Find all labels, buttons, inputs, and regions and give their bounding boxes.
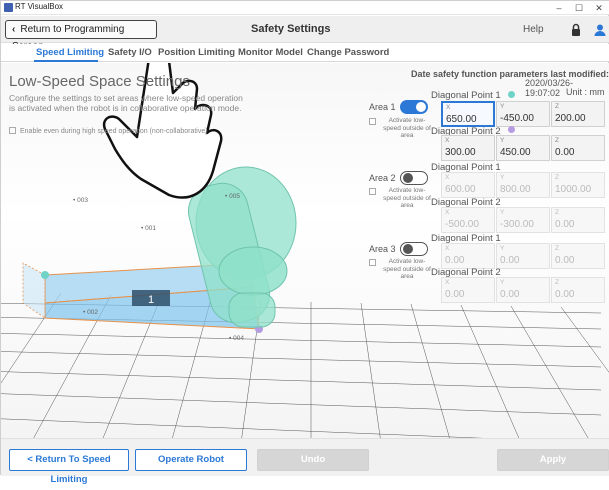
area-1-dp1-x[interactable]: X 650.00 [441, 101, 495, 127]
area-2-dp2-z[interactable]: Z 0.00 [551, 207, 605, 233]
low-speed-space-title: Low-Speed Space Settings [9, 73, 190, 90]
area-2-dp1-x[interactable]: X 600.00 [441, 172, 495, 198]
maximize-button[interactable]: ☐ [569, 1, 589, 15]
area-1-dp1-label: Diagonal Point 1 [431, 90, 501, 101]
area-1-dp2-x[interactable]: X 300.00 [441, 135, 495, 161]
low-speed-space-description: Configure the settings to set areas wher… [9, 93, 243, 113]
area-3-activate-label: Activate low-speed outside of area [383, 258, 431, 280]
area-2-label: Area 2 [369, 173, 396, 183]
help-link[interactable]: Help [523, 24, 544, 35]
area-3-dp2-z[interactable]: Z 0.00 [551, 277, 605, 303]
area-3-dp1-x[interactable]: X 0.00 [441, 243, 495, 269]
point-004-label: • 004 [229, 335, 244, 342]
area-3-dp2-y[interactable]: Y 0.00 [496, 277, 550, 303]
area-3-dp2-x[interactable]: X 0.00 [441, 277, 495, 303]
app-window: RT VisualBox – ☐ ✕ ‹ Return to Programmin… [0, 0, 609, 485]
tab-monitor-model[interactable]: Monitor Model [238, 47, 303, 58]
area-2-dp2-y[interactable]: Y -300.00 [496, 207, 550, 233]
area-2-activate-label: Activate low-speed outside of area [383, 187, 431, 209]
area-1-dp1-color-dot [508, 91, 515, 98]
area-number-label: 1 [148, 294, 154, 306]
undo-button[interactable]: Undo [257, 449, 369, 471]
app-logo-icon [4, 3, 13, 12]
bottom-bar: < Return To Speed Limiting Operate Robot… [1, 438, 609, 485]
tab-position-limiting[interactable]: Position Limiting [158, 47, 235, 58]
return-to-programming-button[interactable]: ‹Return to Programming Screen [5, 20, 157, 52]
area-2-dp1-z[interactable]: Z 1000.00 [551, 172, 605, 198]
area-1-dp1-y[interactable]: Y -450.00 [496, 101, 550, 127]
area-3-label: Area 3 [369, 244, 396, 254]
tab-speed-limiting[interactable]: Speed Limiting [36, 47, 104, 58]
active-tab-indicator [34, 60, 98, 62]
close-button[interactable]: ✕ [589, 1, 609, 15]
tab-bar: Speed Limiting Safety I/O Position Limit… [1, 44, 609, 62]
diagonal-point-1-marker[interactable] [41, 271, 49, 279]
area-2-activate-checkbox[interactable]: Activate low-speed outside of area [369, 187, 433, 210]
area-1-toggle[interactable] [400, 100, 428, 114]
area-1-dp1-z[interactable]: Z 200.00 [551, 101, 605, 127]
area-3-activate-checkbox[interactable]: Activate low-speed outside of area [369, 258, 433, 281]
title-bar: RT VisualBox – ☐ ✕ [1, 1, 609, 15]
area-1-dp2-z[interactable]: Z 0.00 [551, 135, 605, 161]
area-1-dp2-color-dot [508, 126, 515, 133]
area-1-label: Area 1 [369, 102, 396, 112]
point-002-label: • 002 [83, 309, 98, 316]
operate-robot-button[interactable]: Operate Robot [135, 449, 247, 471]
area-1-activate-checkbox[interactable]: Activate low-speed outside of area [369, 117, 433, 140]
page-title: Safety Settings [251, 23, 331, 35]
tab-change-password[interactable]: Change Password [307, 47, 389, 58]
area-3-toggle[interactable] [400, 242, 428, 256]
area-2-dp1-y[interactable]: Y 800.00 [496, 172, 550, 198]
chevron-left-icon: ‹ [12, 24, 16, 35]
area-1-activate-label: Activate low-speed outside of area [383, 117, 431, 139]
minimize-button[interactable]: – [549, 1, 569, 15]
point-001-label: • 001 [141, 225, 156, 232]
unit-label: Unit : mm [566, 87, 605, 97]
tab-safety-io[interactable]: Safety I/O [108, 47, 152, 58]
checkbox-icon [9, 127, 16, 134]
point-005-label: • 005 [225, 193, 240, 200]
window-title: RT VisualBox [15, 2, 64, 11]
area-3-dp1-z[interactable]: Z 0.00 [551, 243, 605, 269]
apply-button[interactable]: Apply [497, 449, 609, 471]
high-speed-enable-label: Enable even during high speed operation … [20, 128, 208, 135]
area-2-dp2-x[interactable]: X -500.00 [441, 207, 495, 233]
area-1-dp2-y[interactable]: Y 450.00 [496, 135, 550, 161]
user-icon[interactable] [593, 23, 607, 37]
area-3-dp1-y[interactable]: Y 0.00 [496, 243, 550, 269]
area-2-toggle[interactable] [400, 171, 428, 185]
lock-icon[interactable] [569, 23, 583, 37]
high-speed-enable-checkbox[interactable]: Enable even during high speed operation … [9, 127, 208, 135]
header: ‹Return to Programming Screen Safety Set… [1, 16, 609, 52]
point-003-label: • 003 [73, 197, 88, 204]
return-to-speed-limiting-button[interactable]: < Return To Speed Limiting [9, 449, 129, 485]
